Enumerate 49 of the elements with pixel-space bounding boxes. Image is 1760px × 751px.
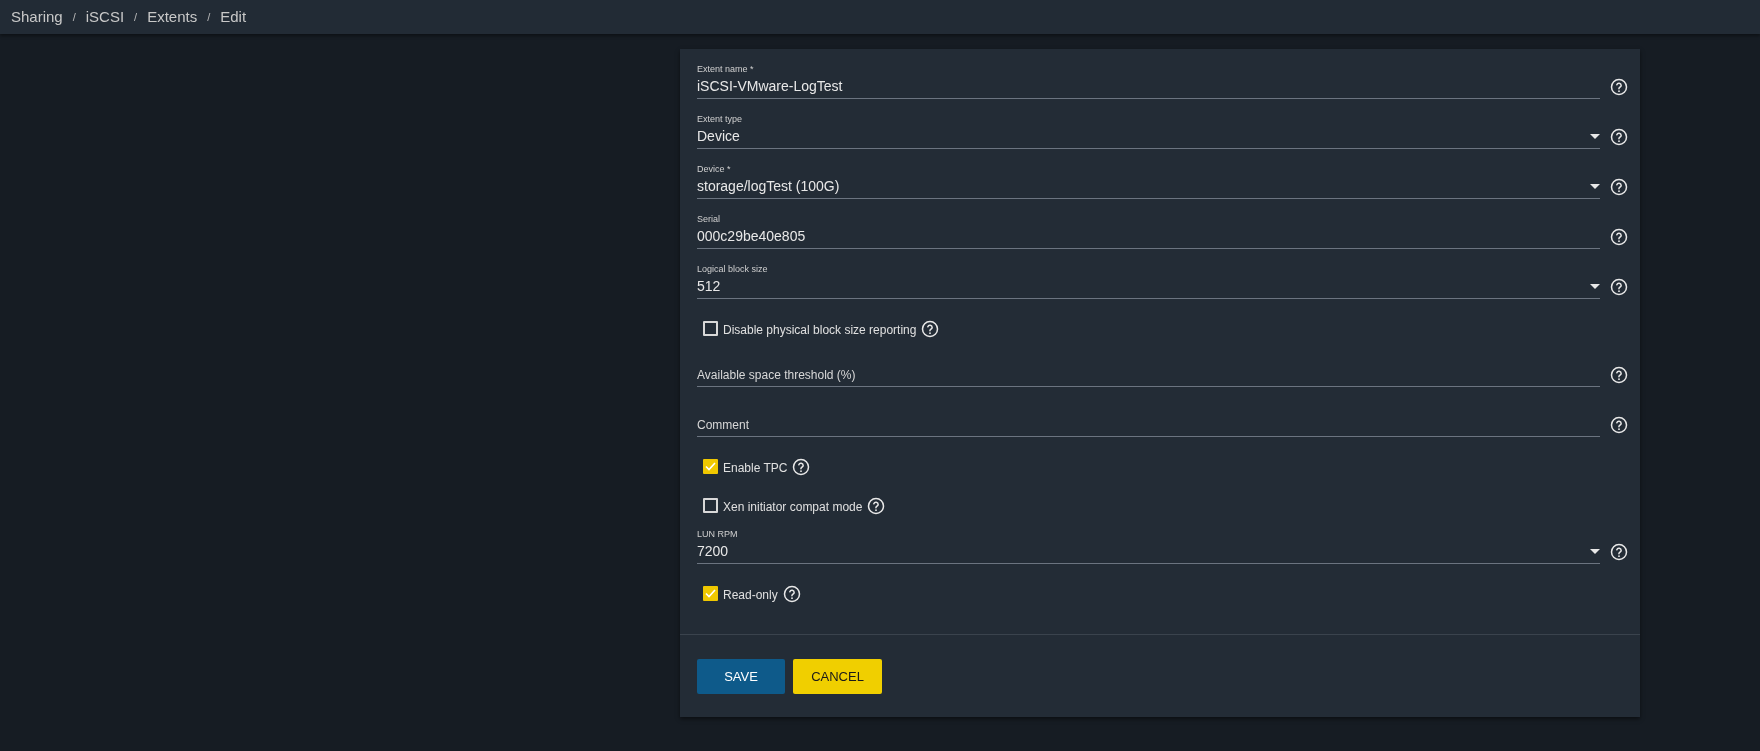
help-icon[interactable]	[921, 319, 940, 338]
field-label: LUN RPM	[697, 528, 739, 540]
select-field[interactable]: 512	[697, 275, 1600, 299]
breadcrumb-separator: /	[207, 9, 211, 25]
checkbox-label: Enable TPC	[723, 460, 788, 477]
breadcrumb-link[interactable]: iSCSI	[85, 5, 125, 29]
help-icon[interactable]	[782, 584, 801, 603]
dropdown-caret-icon	[1590, 549, 1600, 554]
cancel-button[interactable]: CANCEL	[793, 659, 882, 694]
select-field[interactable]: storage/logTest (100G)	[697, 175, 1600, 199]
help-icon[interactable]	[1610, 543, 1628, 561]
breadcrumb-separator: /	[134, 9, 138, 25]
checkbox-label: Disable physical block size reporting	[723, 322, 917, 339]
help-icon[interactable]	[1610, 178, 1628, 196]
select-field[interactable]: 7200	[697, 540, 1600, 564]
checkmark-icon	[705, 589, 716, 598]
field-label: Device *	[697, 163, 732, 175]
help-icon[interactable]	[1610, 78, 1628, 96]
input-field[interactable]: Comment	[697, 413, 1600, 437]
help-icon[interactable]	[1610, 278, 1628, 296]
select-field[interactable]: Device	[697, 125, 1600, 149]
checkmark-icon	[705, 462, 716, 471]
field-label: Serial	[697, 213, 721, 225]
checkbox[interactable]	[703, 498, 718, 513]
checkbox[interactable]	[703, 586, 718, 601]
dropdown-caret-icon	[1590, 284, 1600, 289]
dropdown-caret-icon	[1590, 184, 1600, 189]
save-button[interactable]: SAVE	[697, 659, 785, 694]
field-label: Extent name *	[697, 63, 755, 75]
breadcrumb-link[interactable]: Edit	[220, 5, 247, 29]
help-icon[interactable]	[1610, 228, 1628, 246]
help-icon[interactable]	[1610, 366, 1628, 384]
help-icon[interactable]	[1610, 128, 1628, 146]
checkbox-label: Xen initiator compat mode	[723, 499, 863, 516]
breadcrumb-link[interactable]: Extents	[147, 5, 198, 29]
help-icon[interactable]	[867, 496, 886, 515]
input-field[interactable]: 000c29be40e805	[697, 225, 1600, 249]
checkbox-label: Read-only	[723, 587, 778, 604]
field-label: Extent type	[697, 113, 744, 125]
help-icon[interactable]	[1610, 416, 1628, 434]
breadcrumb-separator: /	[72, 9, 76, 25]
help-icon[interactable]	[792, 457, 811, 476]
checkbox[interactable]	[703, 459, 718, 474]
input-field[interactable]: Available space threshold (%)	[697, 363, 1600, 387]
input-field[interactable]: iSCSI-VMware-LogTest	[697, 75, 1600, 99]
field-label: Logical block size	[697, 263, 769, 275]
dropdown-caret-icon	[1590, 134, 1600, 139]
breadcrumb-link[interactable]: Sharing	[11, 5, 63, 29]
checkbox[interactable]	[703, 321, 718, 336]
